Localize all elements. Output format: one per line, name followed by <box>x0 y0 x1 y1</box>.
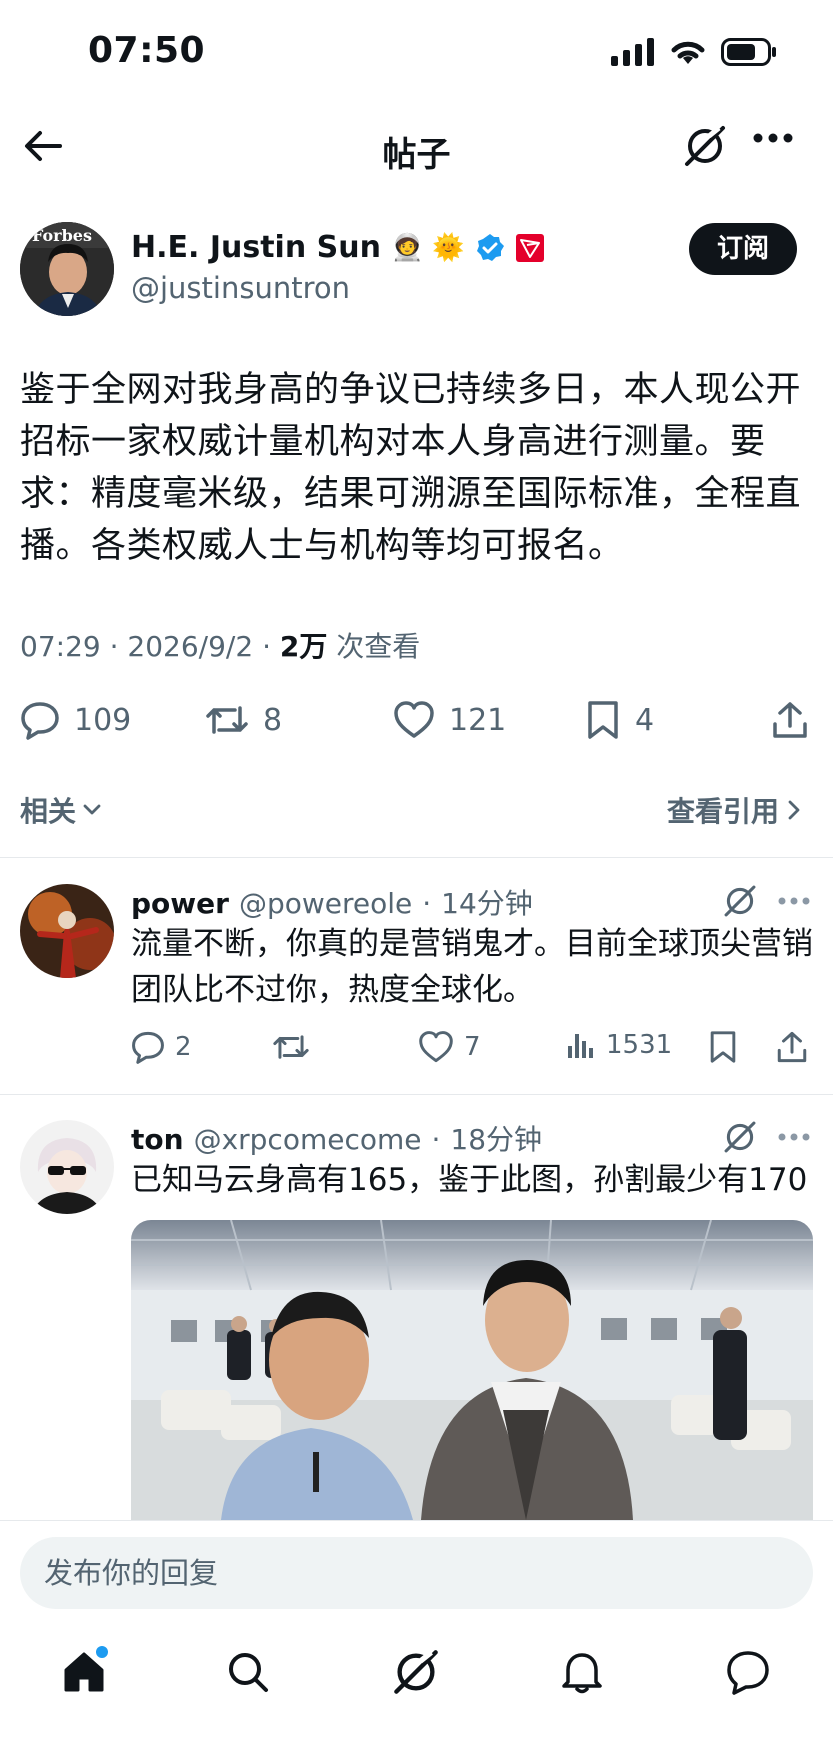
messages-icon[interactable] <box>724 1648 772 1696</box>
post-time: 07:29 <box>20 630 101 663</box>
reply-time: 14分钟 <box>441 887 533 920</box>
signal-icon <box>611 38 654 66</box>
related-toggle[interactable]: 相关 <box>20 790 102 830</box>
share-button[interactable] <box>770 700 810 740</box>
subscribe-button[interactable]: 订阅 <box>689 223 797 275</box>
reply-count: 2 <box>175 1032 192 1062</box>
like-icon <box>394 701 434 738</box>
repost-count: 8 <box>263 702 283 738</box>
post-text: 鉴于全网对我身高的争议已持续多日，本人现公开招标一家权威计量机构对本人身高进行测… <box>20 370 802 566</box>
post-views: 2万 <box>279 630 328 663</box>
bell-icon[interactable] <box>558 1648 606 1696</box>
author-emojis: 🧑‍🚀 🌞 <box>390 232 465 263</box>
chevron-down-icon <box>83 804 101 815</box>
bookmark-icon[interactable] <box>708 1030 738 1064</box>
quotes-label: 查看引用 <box>666 795 779 828</box>
reply-header: power @powereole · 14分钟 <box>131 882 533 922</box>
author-name-row[interactable]: H.E. Justin Sun 🧑‍🚀 🌞 <box>131 230 545 265</box>
reply-icon <box>21 702 59 740</box>
views-count: 1531 <box>606 1030 673 1060</box>
reply-avatar[interactable] <box>20 884 114 978</box>
post-meta: 07:29 · 2026/9/2 · 2万 次查看 <box>20 630 421 663</box>
bookmark-button[interactable]: 4 <box>585 700 654 740</box>
reply-reply-button[interactable]: 2 <box>131 1030 192 1064</box>
reply-composer-input[interactable]: 发布你的回复 <box>20 1537 813 1609</box>
avatar-brand-text: Forbes <box>32 226 92 245</box>
reply-author-handle[interactable]: @xrpcomecome <box>194 1123 422 1156</box>
battery-icon <box>721 38 776 66</box>
divider <box>0 1520 833 1521</box>
bottom-tab-bar <box>0 1640 833 1720</box>
like-count: 121 <box>449 702 507 738</box>
status-time: 07:50 <box>88 30 206 71</box>
grok-icon[interactable] <box>723 1120 757 1154</box>
author-handle[interactable]: @justinsuntron <box>131 271 350 305</box>
author-name: H.E. Justin Sun <box>131 230 381 265</box>
post-date: 2026/9/2 <box>127 630 254 663</box>
bookmark-icon <box>588 701 618 739</box>
grok-icon[interactable] <box>723 884 757 918</box>
reply-views-button[interactable]: 1531 <box>566 1030 672 1060</box>
repost-button[interactable]: 8 <box>205 700 282 740</box>
like-button[interactable]: 121 <box>393 700 506 740</box>
reply-time: 18分钟 <box>450 1123 543 1156</box>
view-quotes-link[interactable]: 查看引用 <box>667 790 801 830</box>
more-icon[interactable] <box>778 897 810 905</box>
notification-dot <box>96 1646 108 1658</box>
reply-text: 已知马云身高有165，鉴于此图，孙割最少有170 <box>131 1162 808 1198</box>
reply-repost-button[interactable] <box>272 1030 320 1064</box>
author-avatar[interactable]: Forbes <box>20 222 114 316</box>
divider <box>0 1094 833 1095</box>
reply-header: ton @xrpcomecome · 18分钟 <box>131 1118 542 1158</box>
more-icon[interactable] <box>778 1133 810 1141</box>
reply-author-name[interactable]: power <box>131 887 229 920</box>
share-icon[interactable] <box>775 1030 809 1064</box>
related-label: 相关 <box>20 795 77 828</box>
tron-icon <box>515 233 544 262</box>
like-count: 7 <box>464 1032 481 1062</box>
more-icon[interactable] <box>752 132 794 144</box>
reply-count: 109 <box>74 702 132 738</box>
reply-author-name[interactable]: ton <box>131 1123 184 1156</box>
views-icon <box>568 1034 593 1058</box>
reply-author-handle[interactable]: @powereole <box>239 887 412 920</box>
reply-icon <box>132 1031 164 1064</box>
reply-like-button[interactable]: 7 <box>418 1030 481 1064</box>
repost-icon <box>206 706 248 734</box>
search-icon[interactable] <box>224 1648 272 1696</box>
reply-avatar[interactable] <box>20 1120 114 1214</box>
reply-button[interactable]: 109 <box>20 700 131 740</box>
grok-icon[interactable] <box>683 124 727 168</box>
verified-icon <box>476 233 504 261</box>
reply-text: 流量不断，你真的是营销鬼才。目前全球顶尖营销团队比不过你，热度全球化。 <box>131 926 813 1008</box>
reply-photo[interactable] <box>131 1220 813 1520</box>
grok-icon[interactable] <box>392 1648 440 1696</box>
post-views-suffix: 次查看 <box>336 630 421 663</box>
divider <box>0 857 833 858</box>
repost-icon <box>273 1035 309 1059</box>
wifi-icon <box>671 41 705 64</box>
like-icon <box>419 1031 453 1063</box>
share-icon <box>773 702 807 738</box>
status-icons <box>611 38 777 66</box>
chevron-right-icon <box>788 800 800 820</box>
bookmark-count: 4 <box>635 702 655 738</box>
